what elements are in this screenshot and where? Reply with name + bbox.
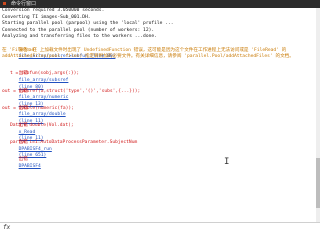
- output-line: Conversion required 3.050000 seconds.: [2, 8, 105, 13]
- command-prompt-row: fx: [0, 222, 320, 232]
- error-frame-code: out = subsref(a,struct('type','()','subs…: [2, 88, 141, 94]
- error-frame-link[interactable]: x_Read: [19, 130, 36, 135]
- error-frame-code: Data = double(Vol.dat);: [10, 122, 74, 128]
- error-frame-code: parfor i=1:AutoDataProcessParameter.Subj…: [10, 140, 138, 146]
- vertical-scrollbar[interactable]: [316, 8, 320, 222]
- output-line: Analyzing and transferring files to the …: [2, 34, 157, 40]
- warning-line: 警告：在 file_array/subsref>subfun (line 80): [2, 41, 302, 60]
- window-title-bar: 命令行窗口: [0, 0, 320, 8]
- error-frame-link[interactable]: file_array/subsref: [19, 78, 69, 83]
- error-frame-link[interactable]: file_array/numeric: [19, 95, 69, 100]
- text-cursor-icon: I: [224, 157, 230, 167]
- fx-prompt-icon[interactable]: fx: [3, 224, 10, 231]
- error-frame-code: t = subfun(sobj,args{:});: [10, 71, 80, 77]
- warning-text: addAttachedFiles(pool, files) 指定要附加的必要文件…: [2, 54, 294, 60]
- output-line: Starting parallel pool (parpool) using t…: [2, 21, 174, 27]
- scrollbar-thumb[interactable]: [316, 158, 320, 208]
- command-input[interactable]: [12, 223, 320, 232]
- error-frame-link[interactable]: file_array/double: [19, 112, 66, 117]
- error-frame-code: out = double(numeric(fa));: [2, 105, 74, 111]
- command-output: Conversion required 3.050000 seconds. Co…: [2, 8, 302, 222]
- error-prefix: 出错: [18, 157, 28, 163]
- command-window: Conversion required 3.050000 seconds. Co…: [0, 8, 320, 240]
- error-frame-link[interactable]: DPABISF4_run: [19, 147, 52, 152]
- command-window-icon: [3, 2, 6, 5]
- window-title: 命令行窗口: [11, 1, 37, 7]
- error-frame-link[interactable]: DPABISF4: [19, 164, 41, 169]
